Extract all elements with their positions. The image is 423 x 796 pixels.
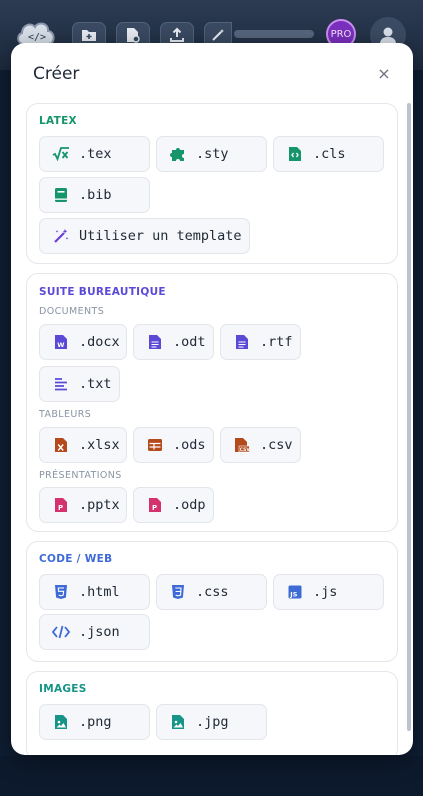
- create-dialog: Créer × LATEX .tex .sty .cls .bib Utilis…: [11, 43, 413, 755]
- create-sty-button[interactable]: .sty: [156, 136, 267, 172]
- text-lines-icon: [52, 375, 70, 393]
- create-rtf-button[interactable]: .rtf: [220, 324, 301, 360]
- dialog-scrollbar[interactable]: [407, 103, 411, 731]
- powerpoint-file-icon: P: [52, 496, 70, 514]
- svg-text:W: W: [57, 341, 64, 349]
- create-json-button[interactable]: .json: [39, 614, 150, 650]
- create-odt-button[interactable]: .odt: [133, 324, 214, 360]
- dialog-title: Créer: [33, 64, 80, 84]
- ods-label: .ods: [173, 437, 206, 453]
- image-file-icon: [169, 713, 187, 731]
- tex-label: .tex: [79, 146, 112, 162]
- magic-wand-icon: [212, 29, 224, 41]
- sty-label: .sty: [196, 146, 229, 162]
- odt-label: .odt: [173, 334, 206, 350]
- book-icon: [52, 186, 70, 204]
- magic-wand-icon: [52, 227, 70, 245]
- text-file-icon: [233, 333, 251, 351]
- file-settings-icon: [127, 28, 140, 43]
- create-js-button[interactable]: JS .js: [273, 574, 384, 610]
- svg-text:P: P: [58, 504, 63, 512]
- puzzle-icon: [169, 145, 187, 163]
- create-bib-button[interactable]: .bib: [39, 177, 150, 213]
- html-label: .html: [79, 584, 120, 600]
- word-file-icon: W: [52, 333, 70, 351]
- documents-subtitle: DOCUMENTS: [39, 306, 105, 317]
- code-file-icon: [286, 145, 304, 163]
- pptx-label: .pptx: [79, 497, 120, 513]
- app-background: [0, 756, 423, 796]
- create-csv-button[interactable]: CSV .csv: [220, 427, 301, 463]
- js-icon: JS: [286, 583, 304, 601]
- template-label: Utiliser un template: [79, 228, 242, 244]
- images-section: IMAGES .png .jpg: [26, 671, 398, 755]
- svg-text:</>: </>: [28, 32, 46, 43]
- text-file-icon: [146, 333, 164, 351]
- close-button[interactable]: ×: [377, 66, 391, 82]
- sqrt-x-icon: [52, 145, 70, 163]
- dialog-body[interactable]: LATEX .tex .sty .cls .bib Utiliser un te…: [11, 103, 413, 755]
- create-html-button[interactable]: .html: [39, 574, 150, 610]
- odp-label: .odp: [173, 497, 206, 513]
- css3-icon: [169, 583, 187, 601]
- docx-label: .docx: [79, 334, 120, 350]
- create-odp-button[interactable]: P .odp: [133, 487, 214, 523]
- create-ods-button[interactable]: .ods: [133, 427, 214, 463]
- jpg-label: .jpg: [196, 714, 229, 730]
- dialog-header: Créer ×: [11, 43, 413, 103]
- code-section-title: CODE / WEB: [39, 553, 113, 565]
- spreadsheets-subtitle: TABLEURS: [39, 409, 92, 420]
- storage-progress-bar: [234, 30, 314, 38]
- create-tex-button[interactable]: .tex: [39, 136, 150, 172]
- js-label: .js: [313, 584, 338, 600]
- rtf-label: .rtf: [260, 334, 293, 350]
- create-pptx-button[interactable]: P .pptx: [39, 487, 127, 523]
- latex-section-title: LATEX: [39, 115, 77, 127]
- csv-file-icon: CSV: [233, 436, 251, 454]
- presentations-subtitle: PRÉSENTATIONS: [39, 470, 122, 481]
- create-png-button[interactable]: .png: [39, 704, 150, 740]
- bib-label: .bib: [79, 187, 112, 203]
- upload-icon: [170, 27, 184, 42]
- code-section: CODE / WEB .html .css JS .js .json: [26, 541, 398, 662]
- latex-section: LATEX .tex .sty .cls .bib Utiliser un te…: [26, 103, 398, 264]
- svg-text:P: P: [152, 504, 157, 512]
- use-template-button[interactable]: Utiliser un template: [39, 218, 250, 254]
- css-label: .css: [196, 584, 229, 600]
- xlsx-label: .xlsx: [79, 437, 120, 453]
- folder-plus-icon: [82, 30, 96, 41]
- create-docx-button[interactable]: W .docx: [39, 324, 127, 360]
- svg-text:JS: JS: [289, 591, 297, 599]
- html5-icon: [52, 583, 70, 601]
- powerpoint-file-icon: P: [146, 496, 164, 514]
- csv-label: .csv: [260, 437, 293, 453]
- create-txt-button[interactable]: .txt: [39, 366, 120, 402]
- svg-text:CSV: CSV: [240, 447, 250, 453]
- create-css-button[interactable]: .css: [156, 574, 267, 610]
- cls-label: .cls: [313, 146, 346, 162]
- office-section: SUITE BUREAUTIQUE DOCUMENTS W .docx .odt…: [26, 273, 398, 532]
- office-section-title: SUITE BUREAUTIQUE: [39, 286, 166, 298]
- code-brackets-icon: [52, 623, 70, 641]
- create-xlsx-button[interactable]: .xlsx: [39, 427, 127, 463]
- excel-file-icon: [52, 436, 70, 454]
- png-label: .png: [79, 714, 112, 730]
- images-section-title: IMAGES: [39, 683, 87, 695]
- create-jpg-button[interactable]: .jpg: [156, 704, 267, 740]
- user-icon: [380, 27, 396, 44]
- json-label: .json: [79, 624, 120, 640]
- txt-label: .txt: [79, 376, 112, 392]
- create-cls-button[interactable]: .cls: [273, 136, 384, 172]
- table-icon: [146, 436, 164, 454]
- image-file-icon: [52, 713, 70, 731]
